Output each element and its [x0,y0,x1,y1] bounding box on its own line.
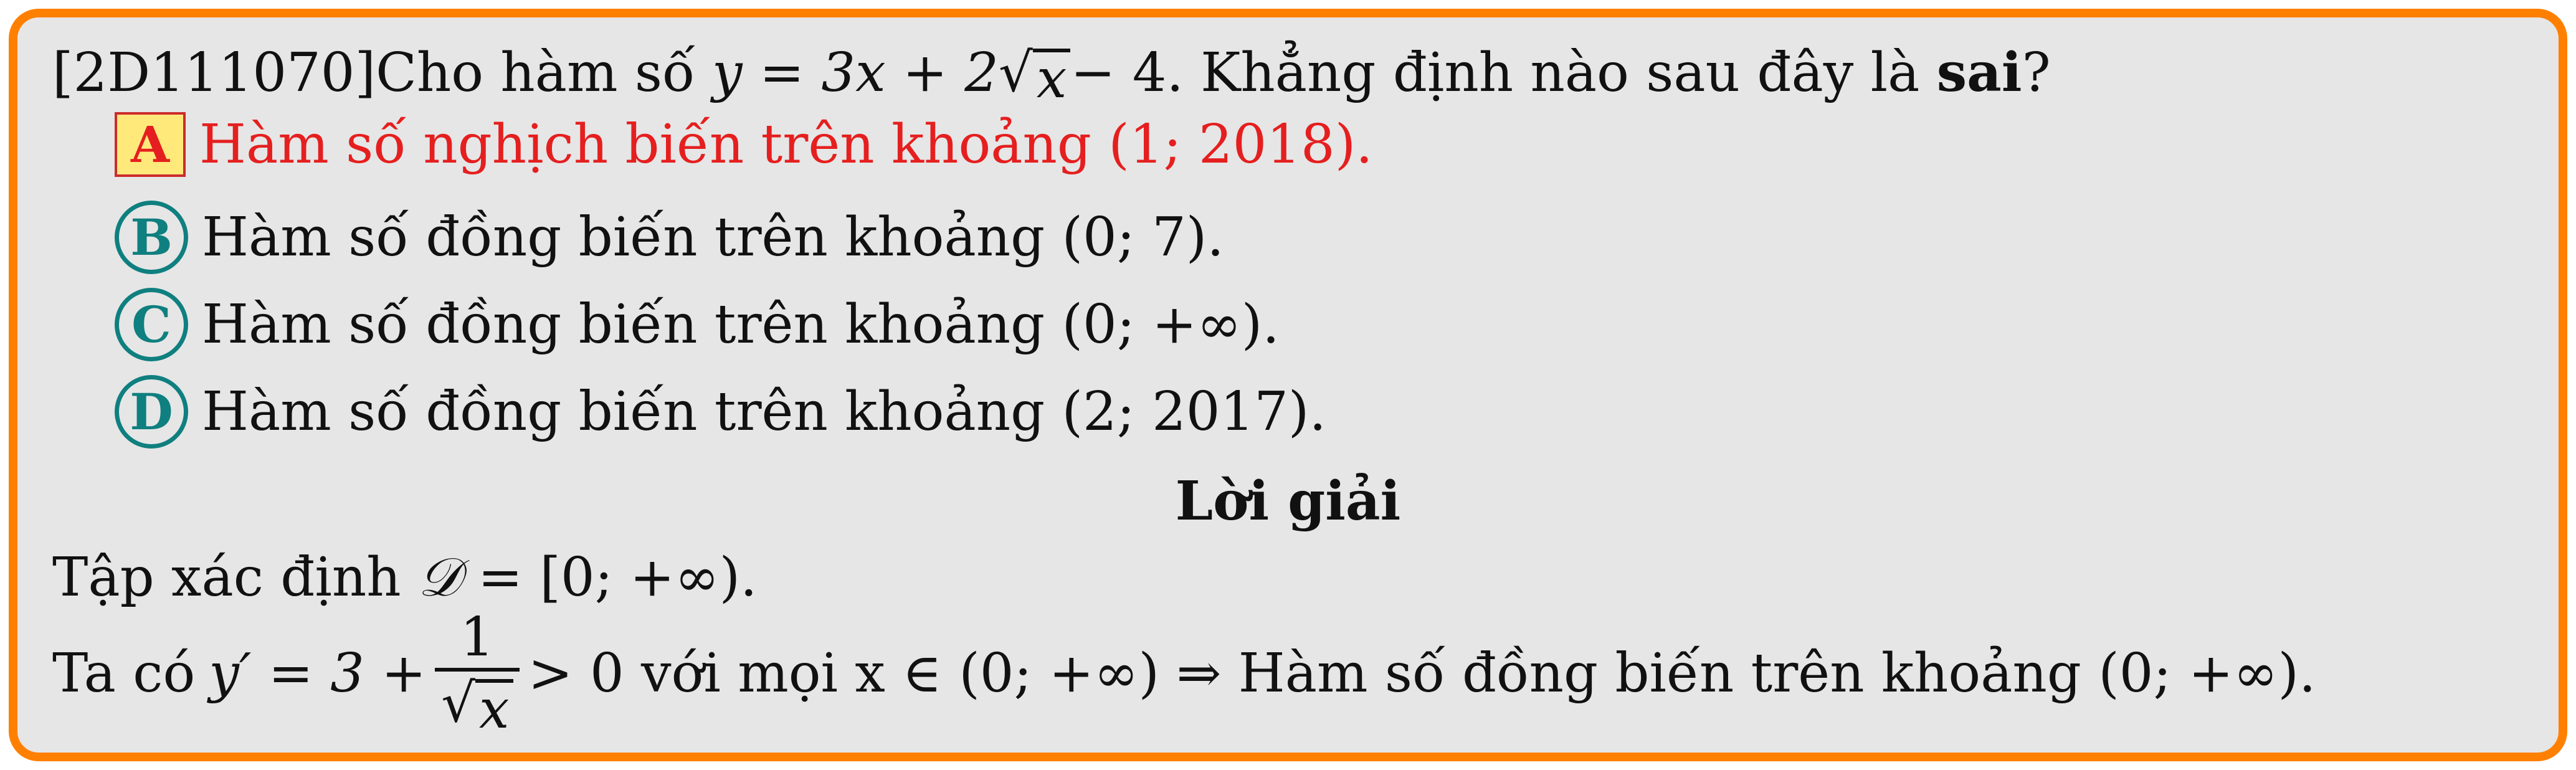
question-line: [2D111070]Cho hàm số y = 3x + 2 √ x − 4. K… [52,46,2051,107]
option-a-text: Hàm số nghịch biến trên khoảng (1; 2018)… [199,113,1373,176]
option-c-text: Hàm số đồng biến trên khoảng (0; +∞). [202,293,1280,356]
question-card: [2D111070]Cho hàm số y = 3x + 2 √ x − 4. K… [9,9,2567,761]
derivative-fraction: 1 √ x [435,606,520,736]
domain-prefix: Tập xác định [52,546,401,609]
option-d-text: Hàm số đồng biến trên khoảng (2; 2017). [202,381,1326,443]
fraction-radicand: x [475,679,513,736]
function-expression: y = 3x + 2 √ x − 4. [712,46,1184,106]
option-c[interactable]: C Hàm số đồng biến trên khoảng (0; +∞). [115,288,1280,361]
solution-domain-line: Tập xác định 𝒟 = [0; +∞). [52,551,758,604]
fraction-numerator: 1 [460,606,495,668]
solution-derivative-line: Ta có y′ = 3 + 1 √ x > 0 với mọi x ∈ (0; … [52,611,2316,736]
domain-symbol: 𝒟 [417,546,461,609]
derivative-tail: > 0 với mọi x ∈ (0; +∞) ⇒ Hàm số đồng bi… [528,642,2316,705]
function-tail: − 4. [1070,42,1184,104]
question-emphasis: sai [1936,41,2022,104]
fraction-denominator: √ x [435,668,520,736]
question-lead: Cho hàm số [376,42,695,104]
option-a-marker: A [115,112,186,177]
option-b[interactable]: B Hàm số đồng biến trên khoảng (0; 7). [115,201,1224,274]
function-lhs: y = 3x + 2 [712,42,999,104]
function-radicand: x [1032,49,1071,106]
sqrt-icon: √ [441,672,476,734]
question-end: ? [2022,42,2051,104]
option-a[interactable]: A Hàm số nghịch biến trên khoảng (1; 201… [115,112,1373,177]
derivative-lhs: y′ = 3 + [209,642,427,705]
question-prompt: Khẳng định nào sau đây là [1200,42,1920,104]
option-d[interactable]: D Hàm số đồng biến trên khoảng (2; 2017)… [115,375,1326,449]
solution-heading: Lời giải [1175,470,1401,533]
option-b-marker: B [115,201,188,274]
option-c-marker: C [115,288,188,361]
option-b-text: Hàm số đồng biến trên khoảng (0; 7). [202,206,1224,269]
question-code: [2D111070] [52,42,376,104]
sqrt-icon: √ [999,42,1033,104]
option-d-marker: D [115,375,188,449]
derivative-prefix: Ta có [52,642,196,705]
domain-value: = [0; +∞). [460,546,758,609]
